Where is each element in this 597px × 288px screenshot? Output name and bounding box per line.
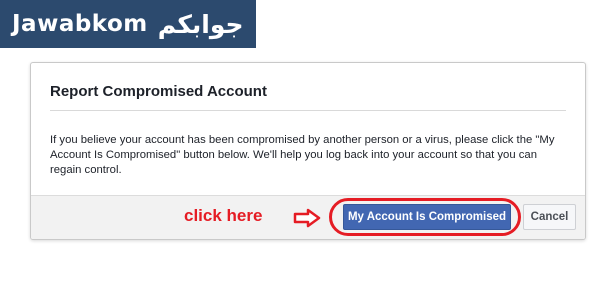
dialog-body-text: If you believe your account has been com… — [50, 134, 555, 176]
my-account-is-compromised-button[interactable]: My Account Is Compromised — [343, 204, 511, 230]
logo-latin-text: Jawabkom — [12, 11, 148, 37]
dialog-header: Report Compromised Account — [50, 63, 566, 111]
page: Jawabkom جوابكم Report Compromised Accou… — [0, 0, 597, 288]
report-compromised-dialog: Report Compromised Account If you believ… — [30, 62, 586, 240]
cancel-button[interactable]: Cancel — [523, 204, 576, 230]
dialog-footer: click here My Account Is Compromised Can… — [31, 195, 585, 239]
arrow-right-icon — [293, 208, 321, 228]
dialog-title: Report Compromised Account — [50, 83, 267, 100]
logo-arabic-text: جوابكم — [157, 9, 244, 39]
site-logo: Jawabkom جوابكم — [0, 0, 256, 48]
click-here-annotation: click here — [184, 206, 263, 225]
